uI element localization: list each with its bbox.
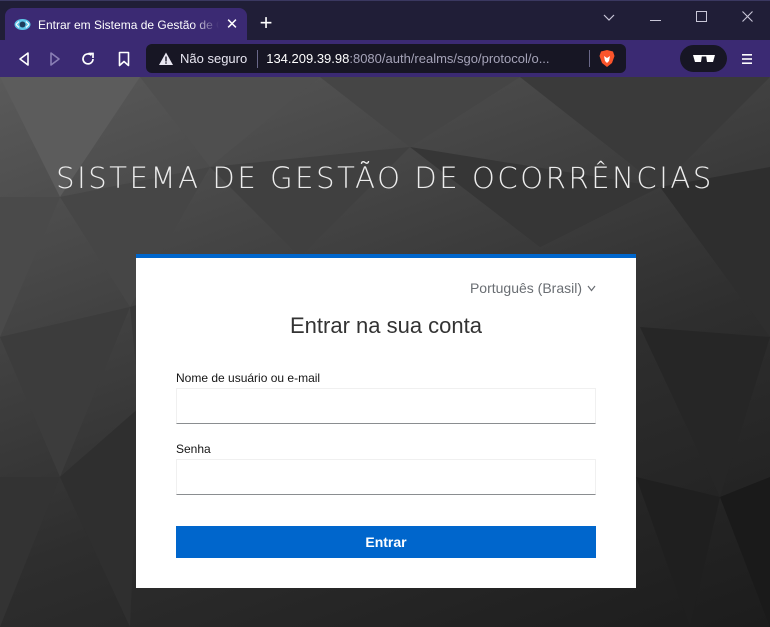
close-window-icon[interactable] bbox=[737, 7, 757, 27]
language-label: Português (Brasil) bbox=[469, 280, 582, 296]
url-path: :8080/auth/realms/sgo/protocol/o... bbox=[349, 51, 550, 66]
browser-toolbar: Não seguro 134.209.39.98 :8080/auth/real… bbox=[0, 40, 770, 77]
page-heading: SISTEMA DE GESTÃO DE OCORRÊNCIAS bbox=[56, 161, 714, 195]
url-divider bbox=[589, 50, 590, 67]
maximize-icon[interactable] bbox=[691, 7, 711, 27]
browser-tab[interactable]: Entrar em Sistema de Gestão de Ocorrênci… bbox=[5, 8, 247, 41]
tab-close-icon[interactable]: ✕ bbox=[225, 17, 239, 32]
language-selector[interactable]: Português (Brasil) bbox=[470, 280, 596, 296]
bookmark-icon[interactable] bbox=[114, 49, 134, 69]
warning-icon[interactable] bbox=[158, 51, 174, 67]
forward-icon[interactable] bbox=[45, 49, 65, 69]
url-separator bbox=[257, 49, 259, 68]
username-input[interactable] bbox=[176, 388, 596, 424]
password-input[interactable] bbox=[176, 459, 596, 495]
username-label: Nome de usuário ou e-mail bbox=[176, 371, 321, 385]
reload-icon[interactable] bbox=[78, 49, 98, 69]
private-window-indicator[interactable] bbox=[680, 45, 727, 72]
chevron-down-icon bbox=[587, 285, 596, 291]
back-icon[interactable] bbox=[14, 49, 34, 69]
menu-icon[interactable] bbox=[739, 51, 755, 67]
keycloak-favicon-icon bbox=[14, 19, 31, 30]
tab-title: Entrar em Sistema de Gestão de Ocorrênci… bbox=[38, 17, 219, 32]
address-bar[interactable]: Não seguro 134.209.39.98 :8080/auth/real… bbox=[146, 44, 626, 73]
brave-shields-icon[interactable] bbox=[598, 49, 616, 68]
password-label: Senha bbox=[176, 442, 211, 456]
browser-titlebar: Entrar em Sistema de Gestão de Ocorrênci… bbox=[0, 0, 770, 41]
tab-list-chevron-icon[interactable] bbox=[599, 7, 619, 27]
new-tab-button[interactable]: + bbox=[256, 12, 276, 34]
page-viewport: SISTEMA DE GESTÃO DE OCORRÊNCIAS Portugu… bbox=[0, 77, 770, 627]
glasses-icon bbox=[692, 54, 715, 62]
login-title: Entrar na sua conta bbox=[289, 313, 482, 338]
login-card: Português (Brasil) Entrar na sua conta N… bbox=[136, 254, 636, 588]
minimize-icon[interactable] bbox=[645, 7, 665, 27]
url-host: 134.209.39.98 bbox=[266, 51, 350, 66]
login-submit-button[interactable]: Entrar bbox=[176, 526, 596, 558]
not-secure-label[interactable]: Não seguro bbox=[180, 51, 247, 66]
